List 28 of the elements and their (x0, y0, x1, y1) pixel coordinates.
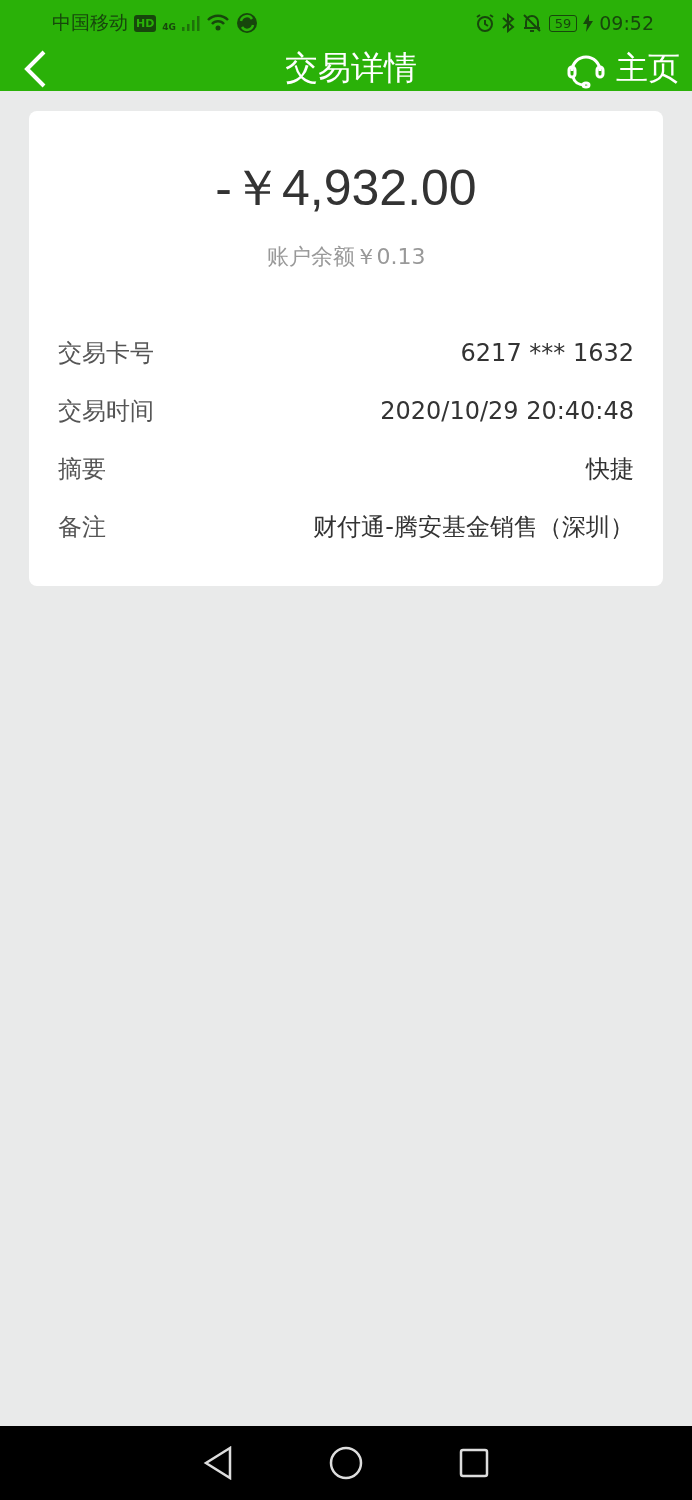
home-nav-icon[interactable] (329, 1446, 363, 1480)
detail-label: 摘要 (58, 454, 106, 485)
hd-indicator: HD (134, 14, 157, 32)
alarm-icon (474, 13, 495, 33)
detail-value: 快捷 (586, 454, 634, 485)
back-nav-icon[interactable] (203, 1446, 233, 1480)
charging-icon (583, 14, 594, 32)
detail-label: 交易卡号 (58, 338, 154, 369)
page-title: 交易详情 (285, 47, 417, 89)
detail-value: 2020/10/29 20:40:48 (380, 397, 634, 425)
account-balance: 账户余额￥0.13 (265, 243, 427, 271)
detail-label: 交易时间 (58, 396, 154, 427)
detail-label: 备注 (58, 512, 106, 543)
sync-icon (236, 12, 258, 34)
bluetooth-icon (500, 13, 515, 33)
network-type: 4G (162, 22, 176, 32)
home-button[interactable]: 主页 (616, 46, 680, 91)
clock-time: 09:52 (599, 12, 654, 34)
transaction-amount: -￥4,932.00 (214, 159, 478, 218)
back-icon[interactable] (22, 48, 48, 89)
wifi-icon (206, 14, 230, 32)
detail-value: 6217 *** 1632 (460, 339, 634, 367)
detail-value: 财付通-腾安基金销售（深圳） (313, 512, 634, 543)
battery-indicator: 59 (548, 14, 578, 32)
signal-icon (182, 15, 200, 31)
recents-nav-icon[interactable] (459, 1448, 489, 1478)
mute-bell-icon (520, 13, 543, 33)
carrier-name: 中国移动 (52, 10, 128, 35)
